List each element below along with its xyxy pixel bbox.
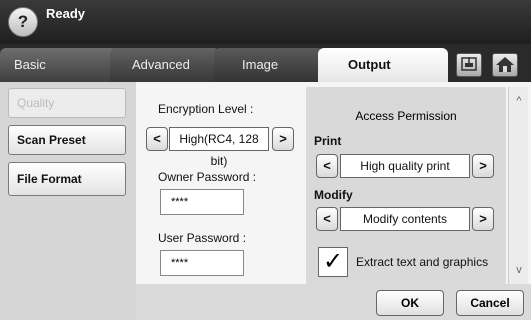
extract-checkbox[interactable]: ✓ [318,247,348,277]
modify-value: Modify contents [340,207,470,231]
print-next-button[interactable]: > [472,154,494,178]
tab-image[interactable]: Image [214,48,324,82]
tab-basic[interactable]: Basic [0,48,118,82]
print-prev-button[interactable]: < [316,154,338,178]
encryption-next-button[interactable]: > [272,127,294,151]
action-bar: OK Cancel [136,284,531,320]
status-text: Ready [46,6,86,21]
help-icon[interactable]: ? [8,7,38,37]
sidebar-item-quality[interactable]: Quality [8,88,126,118]
sidebar-item-scan-preset[interactable]: Scan Preset [8,125,126,155]
encryption-level-label: Encryption Level : [158,102,254,116]
home-icon[interactable] [492,53,518,77]
content-area: Quality Scan Preset File Format Encrypti… [0,82,531,320]
tab-output[interactable]: Output [318,48,448,82]
scroll-down-icon[interactable]: v [509,260,529,280]
owner-password-field[interactable]: **** [160,189,244,215]
user-password-field[interactable]: **** [160,250,244,276]
encryption-prev-button[interactable]: < [146,127,168,151]
job-status-icon[interactable] [456,53,482,77]
scroll-up-icon[interactable]: ^ [509,91,529,111]
cancel-button[interactable]: Cancel [456,290,524,316]
scrollbar[interactable]: ^ v [508,87,528,284]
modify-label: Modify [314,188,353,202]
access-permission-title: Access Permission [355,109,457,123]
sidebar: Quality Scan Preset File Format [0,82,136,320]
tray-icon [461,57,477,71]
encryption-level-value: High(RC4, 128 bit) [169,127,269,168]
owner-password-label: Owner Password : [158,170,257,184]
ok-button[interactable]: OK [376,290,444,316]
print-label: Print [314,134,342,148]
access-permission-panel: Access Permission Print < High quality p… [306,87,506,284]
status-bar: ? Ready [0,0,531,44]
modify-prev-button[interactable]: < [316,207,338,231]
house-icon [496,57,514,72]
extract-label: Extract text and graphics [356,255,489,269]
user-password-label: User Password : [158,231,247,245]
tab-bar: Basic Advanced Image Output [0,44,531,82]
tab-advanced[interactable]: Advanced [110,48,220,82]
sidebar-item-file-format[interactable]: File Format [8,162,126,196]
modify-next-button[interactable]: > [472,207,494,231]
print-value: High quality print [340,154,470,178]
